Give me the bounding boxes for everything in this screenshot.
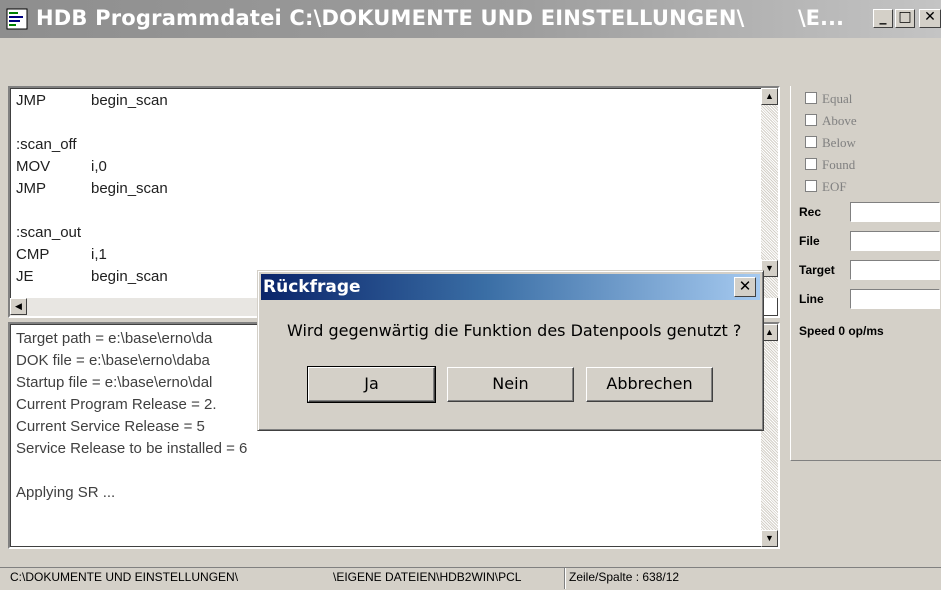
code-line: :scan_out: [16, 224, 82, 241]
target-label: Target: [799, 263, 835, 277]
cancel-button[interactable]: Abbrechen: [586, 367, 713, 402]
checkbox-eof[interactable]: EOF: [805, 179, 847, 195]
code-line: CMP i,1: [16, 246, 107, 263]
close-button[interactable]: ✕: [919, 9, 941, 28]
checkbox-equal[interactable]: Equal: [805, 91, 852, 107]
confirm-dialog: Rückfrage ✕ Wird gegenwärtig die Funktio…: [257, 270, 764, 431]
close-icon: ✕: [738, 277, 752, 295]
target-field[interactable]: [850, 260, 940, 280]
file-field[interactable]: [850, 231, 940, 251]
minimize-icon: _: [879, 9, 887, 25]
code-line: :scan_off: [16, 136, 77, 153]
line-field[interactable]: [850, 289, 940, 309]
title-bar[interactable]: HDB Programmdatei C:\DOKUMENTE UND EINST…: [0, 0, 941, 38]
maximize-button[interactable]: □: [895, 9, 915, 28]
code-line: JE begin_scan: [16, 268, 168, 285]
program-icon: [6, 8, 28, 30]
window-title-tail: \E...: [798, 6, 844, 30]
log-line: Service Release to be installed = 6: [16, 440, 248, 457]
line-label: Line: [799, 292, 824, 306]
log-line: Current Service Release = 5: [16, 418, 205, 435]
dialog-close-button[interactable]: ✕: [734, 277, 756, 297]
maximize-icon: □: [898, 9, 912, 25]
no-button[interactable]: Nein: [447, 367, 574, 402]
register-panel: Equal Above Below Found EOF Rec File Tar…: [790, 86, 941, 461]
yes-button[interactable]: Ja: [307, 366, 436, 403]
rec-field[interactable]: [850, 202, 940, 222]
dialog-title: Rückfrage: [263, 277, 361, 297]
code-line: JMP begin_scan: [16, 92, 168, 109]
log-line: Applying SR ...: [16, 484, 116, 501]
rec-label: Rec: [799, 205, 822, 219]
scroll-left-icon[interactable]: ◀: [10, 298, 27, 315]
status-position: Zeile/Spalte : 638/12: [569, 570, 680, 584]
scroll-down-icon[interactable]: ▼: [761, 530, 778, 547]
log-line: DOK file = e:\base\erno\daba: [16, 352, 210, 369]
checkbox-above[interactable]: Above: [805, 113, 857, 129]
scroll-up-icon[interactable]: ▲: [761, 88, 778, 105]
code-line: MOV i,0: [16, 158, 107, 175]
dialog-title-bar[interactable]: Rückfrage ✕: [261, 274, 760, 300]
close-icon: ✕: [924, 9, 936, 25]
minimize-button[interactable]: _: [873, 9, 893, 28]
code-vertical-scrollbar[interactable]: ▲ ▼: [761, 88, 778, 298]
checkbox-below[interactable]: Below: [805, 135, 856, 151]
code-line: JMP begin_scan: [16, 180, 168, 197]
checkbox-found[interactable]: Found: [805, 157, 855, 173]
window-title: HDB Programmdatei C:\DOKUMENTE UND EINST…: [36, 6, 745, 30]
log-line: Current Program Release = 2.: [16, 396, 217, 413]
speed-readout: Speed 0 op/ms: [799, 324, 884, 338]
log-line: Startup file = e:\base\erno\dal: [16, 374, 213, 391]
log-line: Target path = e:\base\erno\da: [16, 330, 213, 347]
status-path: C:\DOKUMENTE UND EINSTELLUNGEN\: [10, 570, 239, 584]
file-label: File: [799, 234, 820, 248]
status-path-tail: \EIGENE DATEIEN\HDB2WIN\PCL: [333, 570, 522, 584]
dialog-message: Wird gegenwärtig die Funktion des Datenp…: [287, 321, 742, 340]
status-divider: [564, 568, 566, 589]
